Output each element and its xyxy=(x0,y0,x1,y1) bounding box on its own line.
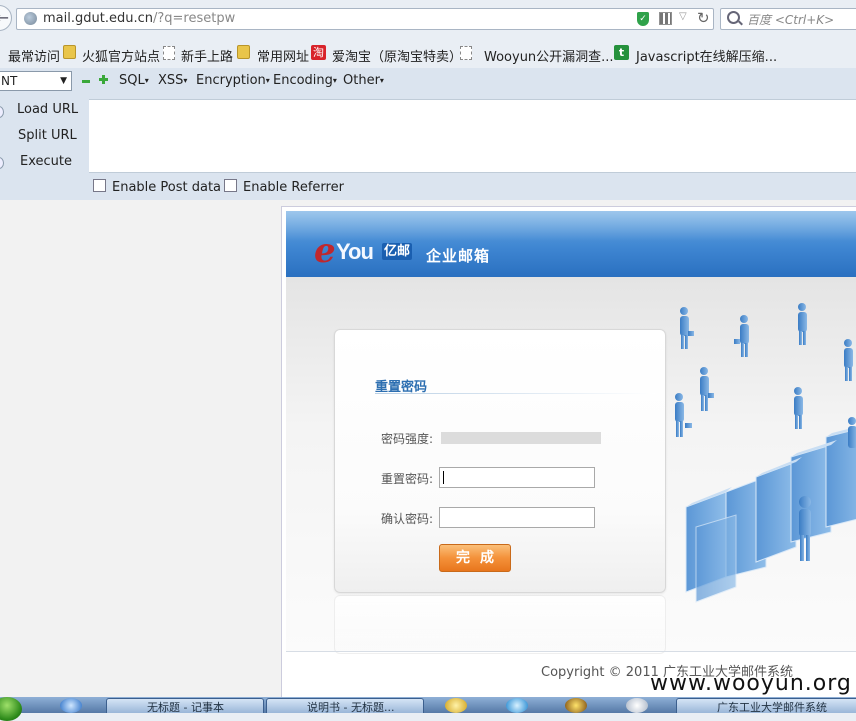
navigation-toolbar: ← mail.gdut.edu.cn/?q=resetpw ✓ ▽ ↻ 百度 <… xyxy=(0,0,856,40)
folder-icon[interactable] xyxy=(626,698,648,713)
taskbar-button-notepad[interactable]: 无标题 - 记事本 xyxy=(106,698,264,713)
hackbar-select-value: NT xyxy=(1,74,18,88)
start-orb-icon[interactable] xyxy=(0,697,22,721)
taskbar-button-firefox-label: 广东工业大学邮件系统 xyxy=(717,701,827,713)
load-url-label: Load URL xyxy=(17,102,79,117)
submit-button[interactable]: 完成 xyxy=(439,544,511,572)
taskbar-button-doc[interactable]: 说明书 - 无标题... xyxy=(266,698,424,713)
bookmark-common-sites[interactable]: 常用网址 xyxy=(257,46,309,65)
form-reflection xyxy=(334,595,666,654)
menu-encryption-label: Encryption xyxy=(196,73,266,88)
logo-e: e xyxy=(314,231,336,271)
menu-encryption[interactable]: Encryption▾ xyxy=(196,73,270,88)
bookmark-javascript[interactable]: Javascript在线解压缩... xyxy=(636,46,777,65)
address-bar[interactable]: mail.gdut.edu.cn/?q=resetpw ✓ ▽ ↻ xyxy=(16,8,714,30)
business-people-illustration xyxy=(675,303,856,603)
menu-encoding[interactable]: Encoding▾ xyxy=(273,73,337,88)
qr-code-icon[interactable] xyxy=(659,12,672,25)
hackbar-url-textarea[interactable] xyxy=(89,99,856,173)
checkbox-box[interactable] xyxy=(224,179,237,192)
taskbar-button-firefox[interactable]: 广东工业大学邮件系统 xyxy=(676,698,856,713)
page-icon xyxy=(460,46,472,60)
menu-other[interactable]: Other▾ xyxy=(343,73,384,88)
back-button[interactable]: ← xyxy=(0,5,12,31)
menu-encoding-label: Encoding xyxy=(273,73,333,88)
checkbox-box[interactable] xyxy=(93,179,106,192)
logo-you: You xyxy=(336,239,374,264)
enable-referrer-checkbox[interactable]: Enable Referrer xyxy=(224,179,344,195)
bookmark-wooyun[interactable]: Wooyun公开漏洞查... xyxy=(484,46,614,65)
reset-password-form: 重置密码 密码强度: 重置密码: 确认密码: 完成 xyxy=(334,329,666,593)
hackbar-panel: NT ▼ SQL▾ XSS▾ Encryption▾ Encoding▾ Oth… xyxy=(0,68,856,200)
bookmark-getting-started[interactable]: 新手上路 xyxy=(181,46,233,65)
enable-post-label: Enable Post data xyxy=(112,180,222,195)
bookmark-firefox-site[interactable]: 火狐官方站点 xyxy=(82,46,160,65)
folder-icon xyxy=(63,45,76,59)
taskbar-button-doc-label: 说明书 - 无标题... xyxy=(307,701,395,713)
search-icon xyxy=(727,11,740,24)
menu-sql-label: SQL xyxy=(119,73,145,88)
watermark-text: www.wooyun.org xyxy=(650,671,852,696)
folder-icon xyxy=(237,45,250,59)
bookmarks-toolbar: 最常访问 火狐官方站点 新手上路 常用网址 淘 爱淘宝（原淘宝特卖） Wooyu… xyxy=(0,40,856,69)
reload-icon[interactable]: ↻ xyxy=(697,9,710,27)
enable-referrer-label: Enable Referrer xyxy=(243,180,344,195)
title-divider xyxy=(375,393,655,394)
url-host: mail.gdut.edu.cn xyxy=(43,11,153,26)
new-password-field[interactable] xyxy=(439,467,595,488)
menu-xss-label: XSS xyxy=(158,73,184,88)
eyou-logo: e You 亿邮 xyxy=(314,225,424,271)
taskbar: 无标题 - 记事本 说明书 - 无标题... 广东工业大学邮件系统 xyxy=(0,697,856,721)
bookmark-most-visited[interactable]: 最常访问 xyxy=(8,46,60,65)
menu-sql[interactable]: SQL▾ xyxy=(119,73,149,88)
minus-icon[interactable] xyxy=(82,80,90,83)
app-icon[interactable] xyxy=(565,698,587,713)
mail-card: e You 亿邮 企业邮箱 重置密码 密码强度: 重置密码: 确认密码: 完成 … xyxy=(281,206,856,698)
footer-divider xyxy=(286,651,856,652)
globe-icon xyxy=(24,12,37,25)
confirm-password-field[interactable] xyxy=(439,507,595,528)
url-text[interactable]: mail.gdut.edu.cn/?q=resetpw xyxy=(43,11,235,26)
confirm-password-label: 确认密码: xyxy=(381,512,434,526)
split-url-label: Split URL xyxy=(18,128,77,143)
enable-post-checkbox[interactable]: Enable Post data xyxy=(93,179,221,195)
search-input[interactable]: 百度 <Ctrl+K> xyxy=(720,8,856,30)
app-icon[interactable] xyxy=(445,698,467,713)
chevron-down-icon: ▼ xyxy=(60,76,67,86)
password-strength-bar xyxy=(441,432,601,444)
page-viewport: e You 亿邮 企业邮箱 重置密码 密码强度: 重置密码: 确认密码: 完成 … xyxy=(0,200,856,698)
content-area: 重置密码 密码强度: 重置密码: 确认密码: 完成 xyxy=(286,277,856,654)
header-banner: e You 亿邮 企业邮箱 xyxy=(286,211,856,277)
menu-other-label: Other xyxy=(343,73,380,88)
app-icon[interactable] xyxy=(506,698,528,713)
new-password-label: 重置密码: xyxy=(381,472,434,486)
page-icon xyxy=(163,46,175,60)
bookmark-aitaobao[interactable]: 爱淘宝（原淘宝特卖） xyxy=(332,46,462,65)
execute-icon xyxy=(0,157,4,169)
search-placeholder: 百度 <Ctrl+K> xyxy=(747,13,835,27)
taskbar-button-notepad-label: 无标题 - 记事本 xyxy=(147,701,224,713)
plus-icon[interactable] xyxy=(99,75,108,84)
t-icon: t xyxy=(614,45,629,60)
execute-label: Execute xyxy=(20,154,72,169)
taobao-icon: 淘 xyxy=(311,45,326,60)
menu-xss[interactable]: XSS▾ xyxy=(158,73,187,88)
banner-title: 企业邮箱 xyxy=(426,247,491,265)
strength-label: 密码强度: xyxy=(381,432,434,446)
logo-cn: 亿邮 xyxy=(382,243,412,260)
text-caret xyxy=(443,471,444,484)
url-path: /?q=resetpw xyxy=(152,11,236,26)
shield-icon[interactable]: ✓ xyxy=(637,12,649,26)
ie-icon[interactable] xyxy=(60,698,82,713)
chevron-down-icon[interactable]: ▽ xyxy=(679,11,687,22)
load-url-icon xyxy=(0,106,4,118)
hackbar-select[interactable]: NT ▼ xyxy=(0,71,72,91)
